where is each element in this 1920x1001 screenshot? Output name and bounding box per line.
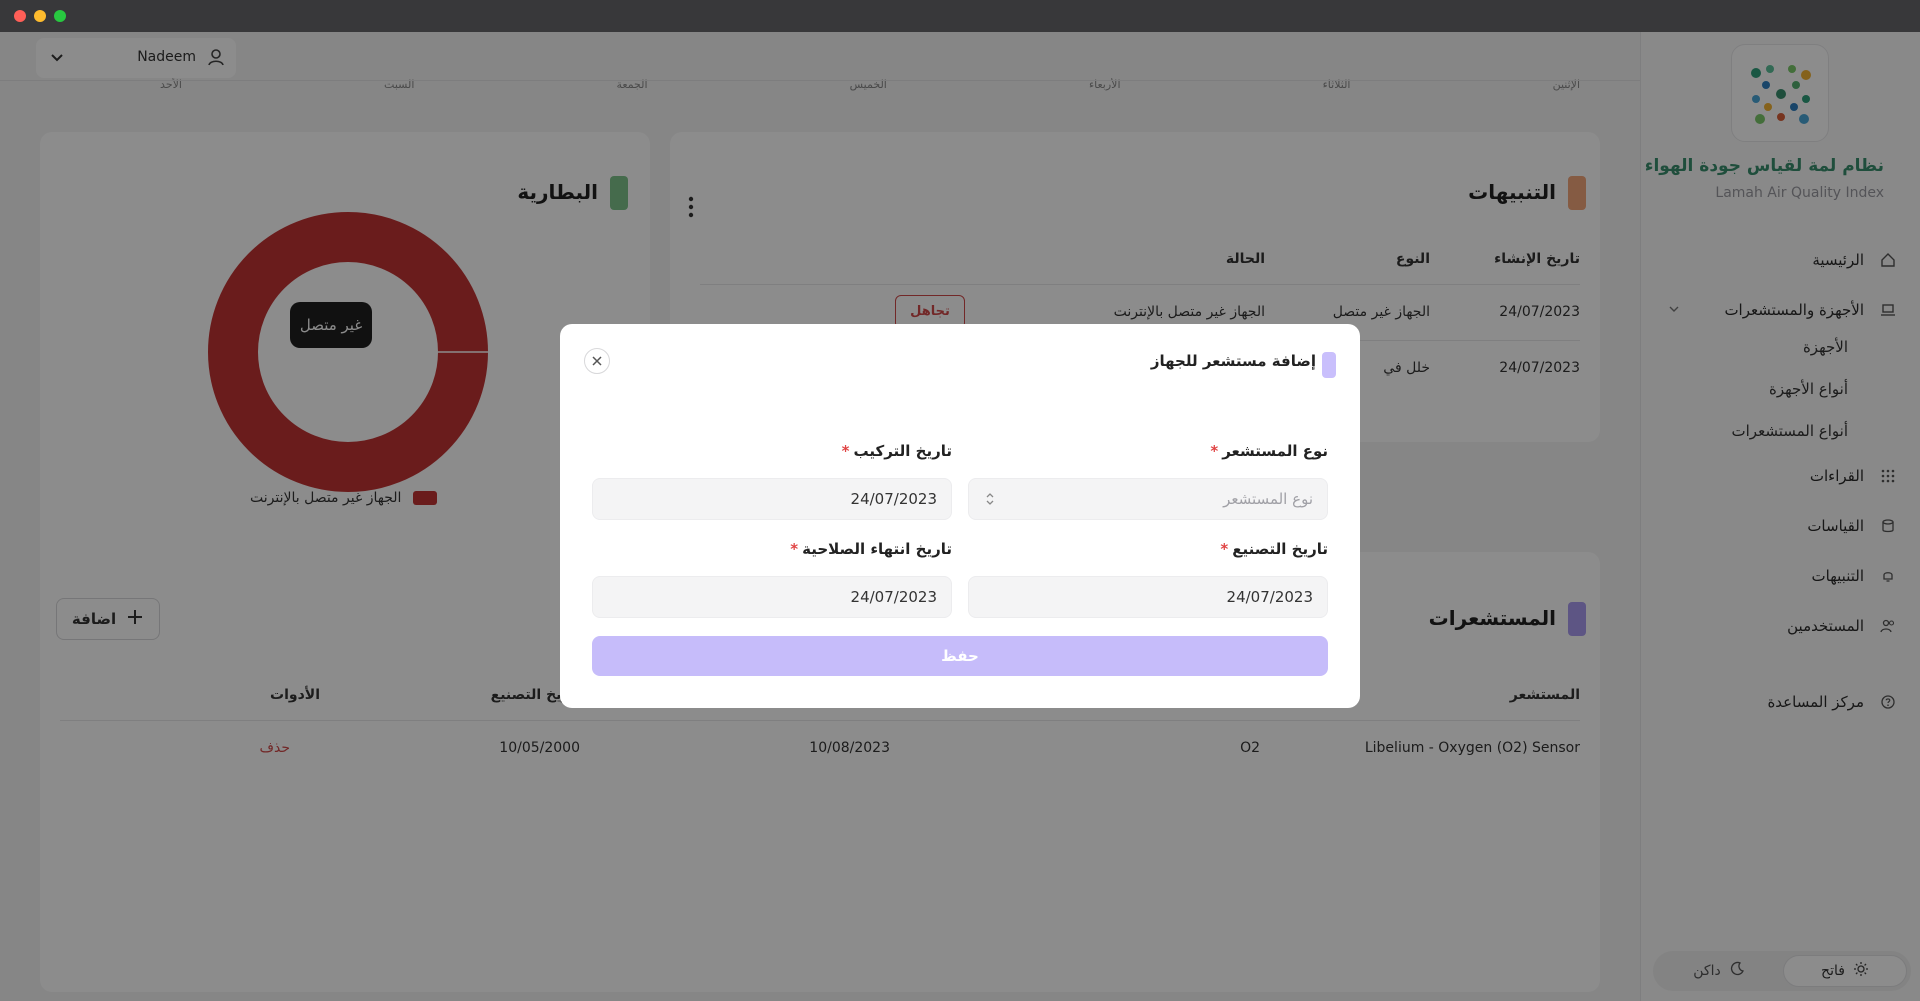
sensor-type-select[interactable]: نوع المستشعر (968, 478, 1328, 520)
select-updown-icon (985, 491, 995, 511)
save-button[interactable]: حفظ (592, 636, 1328, 676)
expiry-date-label-text: تاريخ انتهاء الصلاحية (802, 540, 952, 558)
sensor-type-label-text: نوع المستشعر (1222, 442, 1328, 460)
required-mark: * (790, 540, 799, 558)
sensor-type-placeholder: نوع المستشعر (1223, 490, 1313, 508)
manufacture-date-input[interactable]: 24/07/2023 (968, 576, 1328, 618)
close-modal-button[interactable] (584, 348, 610, 374)
install-date-input[interactable]: 24/07/2023 (592, 478, 952, 520)
minimize-window-button[interactable] (34, 10, 46, 22)
required-mark: * (1220, 540, 1229, 558)
close-icon (591, 352, 603, 371)
window-titlebar (0, 0, 1920, 32)
manufacture-date-label: تاريخ التصنيع* (1220, 540, 1328, 558)
install-date-label: تاريخ التركيب* (842, 442, 952, 460)
close-window-button[interactable] (14, 10, 26, 22)
maximize-window-button[interactable] (54, 10, 66, 22)
expiry-date-input[interactable]: 24/07/2023 (592, 576, 952, 618)
expiry-date-label: تاريخ انتهاء الصلاحية* (790, 540, 952, 558)
required-mark: * (1210, 442, 1219, 460)
manufacture-date-label-text: تاريخ التصنيع (1232, 540, 1328, 558)
required-mark: * (841, 442, 850, 460)
sensor-type-label: نوع المستشعر* (1210, 442, 1328, 460)
install-date-label-text: تاريخ التركيب (853, 442, 952, 460)
manufacture-date-value: 24/07/2023 (1226, 588, 1313, 606)
add-sensor-modal: إضافة مستشعر للجهاز نوع المستشعر* نوع ال… (560, 324, 1360, 708)
install-date-value: 24/07/2023 (850, 490, 937, 508)
modal-title-marker (1322, 352, 1336, 378)
modal-title: إضافة مستشعر للجهاز (1150, 352, 1316, 370)
expiry-date-value: 24/07/2023 (850, 588, 937, 606)
